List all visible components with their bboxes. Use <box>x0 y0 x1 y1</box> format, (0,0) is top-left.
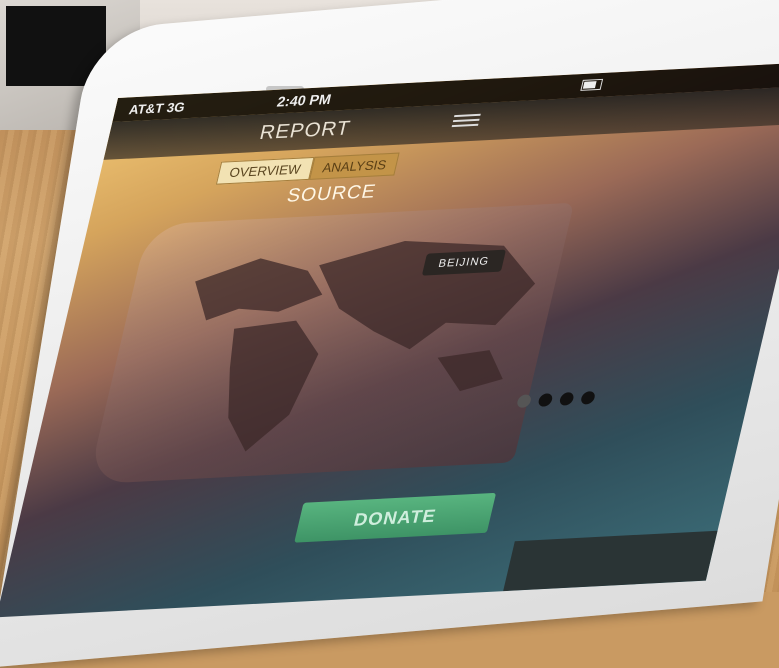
page-indicator[interactable] <box>516 390 597 408</box>
world-map[interactable]: BEIJING <box>87 202 575 485</box>
page-dot[interactable] <box>579 390 597 405</box>
section-title: SOURCE <box>284 181 379 207</box>
list-menu-icon[interactable] <box>450 111 481 132</box>
donate-button[interactable]: DONATE <box>294 492 497 543</box>
map-pin-label[interactable]: BEIJING <box>421 249 506 276</box>
page-dot[interactable] <box>537 393 554 407</box>
segmented-control: OVERVIEW ANALYSIS <box>215 152 401 185</box>
battery-icon <box>580 78 604 91</box>
carrier-label: AT&T 3G <box>127 99 187 118</box>
page-title: REPORT <box>257 117 353 145</box>
tab-analysis[interactable]: ANALYSIS <box>308 152 401 180</box>
clock: 2:40 PM <box>275 90 333 110</box>
tab-overview[interactable]: OVERVIEW <box>215 156 315 185</box>
page-dot[interactable] <box>516 394 533 408</box>
map-continents <box>195 241 536 452</box>
page-dot[interactable] <box>558 392 575 406</box>
phone-screen: AT&T 3G 2:40 PM REPORT OVERVIEW ANALYSIS… <box>0 61 779 618</box>
